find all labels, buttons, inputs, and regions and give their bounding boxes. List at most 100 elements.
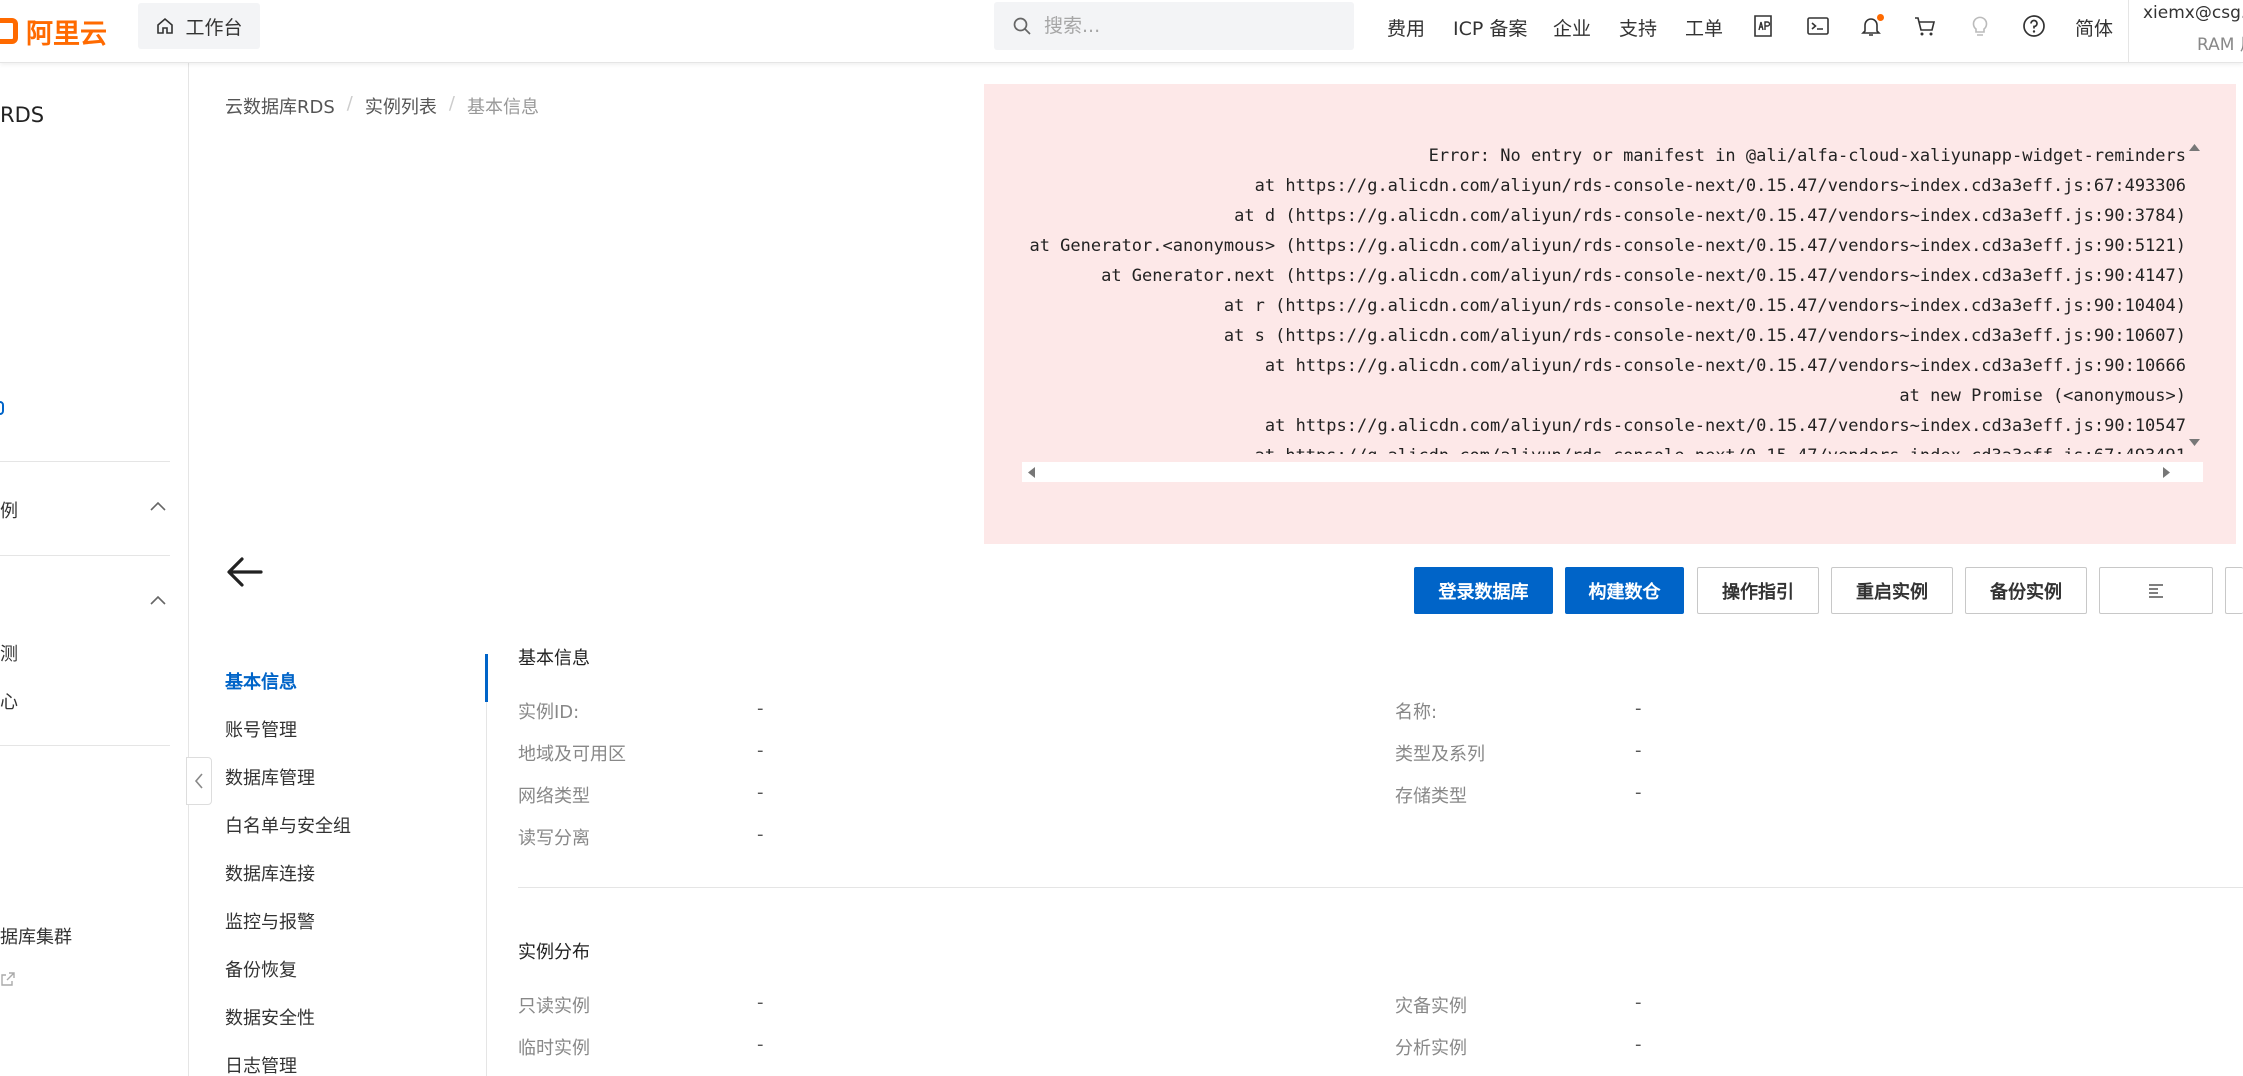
login-database-button[interactable]: 登录数据库: [1414, 567, 1553, 614]
cart-icon[interactable]: [1911, 12, 1939, 40]
scroll-left-icon[interactable]: [1026, 466, 1036, 479]
section-divider: [518, 887, 2243, 888]
scroll-right-icon[interactable]: [2162, 466, 2172, 479]
subnav-whitelist[interactable]: 白名单与安全组: [225, 812, 351, 838]
field-value-rw-split: -: [757, 824, 764, 845]
subnav-databases[interactable]: 数据库管理: [225, 764, 315, 790]
user-role: RAM 用: [2197, 35, 2243, 55]
product-sidebar: RDS 例 测 心 据库集群: [0, 63, 189, 1076]
lightbulb-icon[interactable]: [1966, 12, 1994, 40]
back-arrow-icon[interactable]: [225, 555, 265, 589]
error-line: at s (https://g.alicdn.com/aliyun/rds-co…: [1182, 326, 2186, 346]
distribution-title: 实例分布: [518, 942, 590, 963]
sidebar-item-instances[interactable]: 例: [0, 497, 18, 523]
sidebar-divider: [0, 555, 170, 556]
field-value-readonly: -: [757, 992, 764, 1013]
external-link-icon[interactable]: [0, 971, 16, 987]
field-label-analytic: 分析实例: [1395, 1038, 1467, 1059]
field-value-network: -: [757, 782, 764, 803]
field-value-storage: -: [1635, 782, 1642, 803]
error-line: at https://g.alicdn.com/aliyun/rds-conso…: [1223, 416, 2186, 436]
logo-mark-icon: [0, 18, 18, 44]
vertical-scrollbar[interactable]: [2186, 136, 2203, 454]
aliyun-logo[interactable]: 阿里云: [0, 12, 107, 50]
nav-billing[interactable]: 费用: [1387, 14, 1425, 41]
notification-dot: [1877, 14, 1884, 21]
sidebar-active-icon: [0, 401, 4, 415]
help-icon[interactable]: [2020, 12, 2048, 40]
error-line: at Generator.<anonymous> (https://g.alic…: [1022, 236, 2186, 256]
sidebar-divider: [0, 745, 170, 746]
backup-instance-button[interactable]: 备份实例: [1965, 567, 2087, 614]
bell-icon[interactable]: [1857, 12, 1885, 40]
error-text-area[interactable]: Error: No entry or manifest in @ali/alfa…: [1022, 136, 2186, 454]
field-value-instance-id: -: [757, 698, 764, 719]
field-label-instance-id: 实例ID:: [518, 702, 580, 723]
breadcrumb-separator: /: [448, 93, 455, 114]
language-switch[interactable]: 简体: [2075, 14, 2113, 41]
chevron-up-icon[interactable]: [148, 497, 168, 517]
field-label-network: 网络类型: [518, 786, 590, 807]
field-label-readonly: 只读实例: [518, 996, 590, 1017]
sidebar-item-center[interactable]: 心: [0, 688, 18, 714]
subnav-security[interactable]: 数据安全性: [225, 1004, 315, 1030]
breadcrumb: 云数据库RDS / 实例列表 / 基本信息: [225, 93, 539, 119]
error-line: at https://g.alicdn.com/aliyun/rds-conso…: [1214, 446, 2186, 454]
sidebar-item-test[interactable]: 测: [0, 640, 18, 666]
subnav-logs[interactable]: 日志管理: [225, 1052, 297, 1076]
breadcrumb-instance-list[interactable]: 实例列表: [365, 93, 437, 119]
basic-info-title: 基本信息: [518, 648, 590, 669]
error-stack: Error: No entry or manifest in @ali/alfa…: [1022, 136, 2203, 574]
search-input[interactable]: [1044, 15, 1334, 37]
horizontal-scrollbar[interactable]: [1022, 462, 2203, 482]
sidebar-title: RDS: [0, 103, 45, 127]
error-line: at r (https://g.alicdn.com/aliyun/rds-co…: [1182, 296, 2186, 316]
field-value-name: -: [1635, 698, 1642, 719]
field-value-temporary: -: [757, 1034, 764, 1055]
nav-ticket[interactable]: 工单: [1685, 14, 1723, 41]
chevron-up-icon[interactable]: [148, 591, 168, 611]
workbench-button[interactable]: 工作台: [138, 3, 260, 49]
error-line: at Generator.next (https://g.alicdn.com/…: [1060, 266, 2186, 286]
error-line: Error: No entry or manifest in @ali/alfa…: [1428, 146, 2186, 166]
nav-icp[interactable]: ICP 备案: [1453, 14, 1527, 41]
global-search[interactable]: [994, 2, 1354, 50]
subnav-accounts[interactable]: 账号管理: [225, 716, 297, 742]
more-menu-button[interactable]: [2099, 567, 2213, 614]
error-line: at new Promise (<anonymous>): [1858, 386, 2186, 406]
breadcrumb-rds[interactable]: 云数据库RDS: [225, 93, 335, 119]
sidebar-collapse-button[interactable]: [186, 757, 212, 805]
list-icon: [2149, 583, 2163, 598]
app-code-icon[interactable]: [1749, 12, 1777, 40]
top-bar: 阿里云 工作台 费用 ICP 备案 企业 支持 工单 简体 xiemx@csg.…: [0, 0, 2243, 63]
field-label-storage: 存储类型: [1395, 786, 1467, 807]
subnav-backup[interactable]: 备份恢复: [225, 956, 297, 982]
restart-instance-button[interactable]: 重启实例: [1831, 567, 1953, 614]
subnav-active-indicator: [485, 654, 488, 702]
field-label-rw-split: 读写分离: [518, 828, 590, 849]
subnav-divider: [486, 654, 487, 1076]
chevron-left-icon: [194, 773, 203, 789]
nav-support[interactable]: 支持: [1619, 14, 1657, 41]
subnav-connection[interactable]: 数据库连接: [225, 860, 315, 886]
error-line: at https://g.alicdn.com/aliyun/rds-conso…: [1213, 176, 2186, 196]
scroll-up-icon[interactable]: [2188, 142, 2201, 152]
scroll-down-icon[interactable]: [2188, 438, 2201, 448]
overflow-button[interactable]: [2225, 567, 2243, 614]
user-name: xiemx@csg.: [2143, 3, 2243, 23]
breadcrumb-separator: /: [346, 93, 353, 114]
field-value-region: -: [757, 740, 764, 761]
field-label-name: 名称:: [1395, 702, 1438, 723]
sidebar-item-db-cluster[interactable]: 据库集群: [0, 923, 72, 949]
subnav-monitoring[interactable]: 监控与报警: [225, 908, 315, 934]
terminal-icon[interactable]: [1804, 12, 1832, 40]
workbench-label: 工作台: [185, 16, 243, 39]
error-line: at https://g.alicdn.com/aliyun/rds-conso…: [1223, 356, 2186, 376]
operation-guide-button[interactable]: 操作指引: [1697, 567, 1819, 614]
user-account[interactable]: xiemx@csg. RAM 用: [2128, 0, 2243, 63]
build-warehouse-button[interactable]: 构建数仓: [1565, 567, 1684, 614]
subnav-basic-info[interactable]: 基本信息: [225, 668, 297, 694]
sidebar-divider: [0, 461, 170, 462]
nav-enterprise[interactable]: 企业: [1553, 14, 1591, 41]
field-label-disaster: 灾备实例: [1395, 996, 1467, 1017]
